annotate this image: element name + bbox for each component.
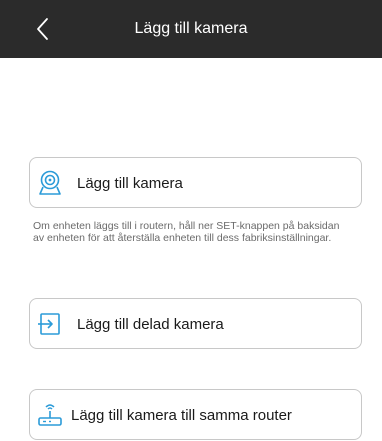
page-title: Lägg till kamera (134, 20, 248, 37)
add-camera-button[interactable]: Lägg till kamera (29, 157, 362, 208)
add-shared-camera-label: Lägg till delad kamera (77, 316, 224, 333)
app-header: Lägg till kamera (0, 0, 382, 58)
add-camera-label: Lägg till kamera (77, 175, 183, 192)
reset-hint-text: Om enheten läggs till i routern, håll ne… (33, 220, 340, 244)
add-shared-camera-button[interactable]: Lägg till delad kamera (29, 298, 362, 349)
share-enter-icon (37, 311, 63, 337)
add-camera-same-router-label: Lägg till kamera till samma router (71, 407, 292, 424)
add-camera-same-router-button[interactable]: Lägg till kamera till samma router (29, 389, 362, 440)
camera-target-icon (37, 170, 63, 196)
router-icon (37, 402, 63, 428)
